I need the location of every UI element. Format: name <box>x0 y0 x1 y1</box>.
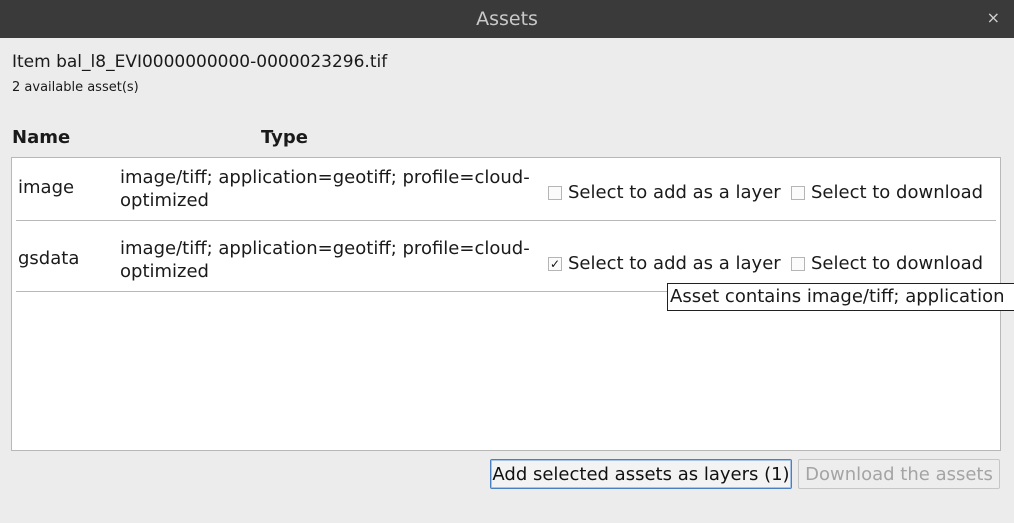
row-divider <box>16 220 996 221</box>
add-as-layers-button[interactable]: Add selected assets as layers (1) <box>490 459 792 489</box>
checkbox-box[interactable]: ✓ <box>548 256 562 271</box>
checkbox-box[interactable] <box>548 185 562 200</box>
checkbox-label: Select to add as a layer <box>568 253 781 274</box>
dialog-content: Item bal_l8_EVI0000000000-0000023296.tif… <box>0 38 1014 523</box>
checkbox-label: Select to download <box>811 253 984 274</box>
column-header-name: Name <box>12 127 71 148</box>
checkbox-box[interactable] <box>791 185 805 200</box>
asset-count: 2 available asset(s) <box>12 80 139 95</box>
download-checkbox[interactable]: Select to download <box>791 182 983 203</box>
asset-name: image <box>18 177 75 198</box>
asset-tooltip: Asset contains image/tiff; application <box>667 283 1014 311</box>
checkbox-box[interactable] <box>791 256 805 271</box>
window-title: Assets <box>476 8 538 30</box>
asset-type: image/tiff; application=geotiff; profile… <box>120 166 550 212</box>
asset-type-line: image/tiff; application=geotiff; profile… <box>120 238 530 259</box>
asset-type: image/tiff; application=geotiff; profile… <box>120 237 550 283</box>
table-row: image image/tiff; application=geotiff; p… <box>12 158 1000 221</box>
asset-type-line: image/tiff; application=geotiff; profile… <box>120 167 530 188</box>
checkbox-label: Select to download <box>811 182 984 203</box>
asset-type-line: optimized <box>120 261 209 282</box>
asset-type-line: optimized <box>120 190 209 211</box>
checkbox-label: Select to add as a layer <box>568 182 781 203</box>
add-as-layer-checkbox[interactable]: Select to add as a layer <box>548 182 781 203</box>
add-as-layer-checkbox[interactable]: ✓ Select to add as a layer <box>548 253 781 274</box>
item-title: Item bal_l8_EVI0000000000-0000023296.tif <box>12 52 388 72</box>
download-assets-button[interactable]: Download the assets <box>798 459 1000 489</box>
close-icon[interactable]: × <box>987 8 1000 28</box>
column-header-type: Type <box>261 127 308 148</box>
title-bar: Assets × <box>0 0 1014 38</box>
download-checkbox[interactable]: Select to download <box>791 253 983 274</box>
asset-name: gsdata <box>18 248 80 269</box>
